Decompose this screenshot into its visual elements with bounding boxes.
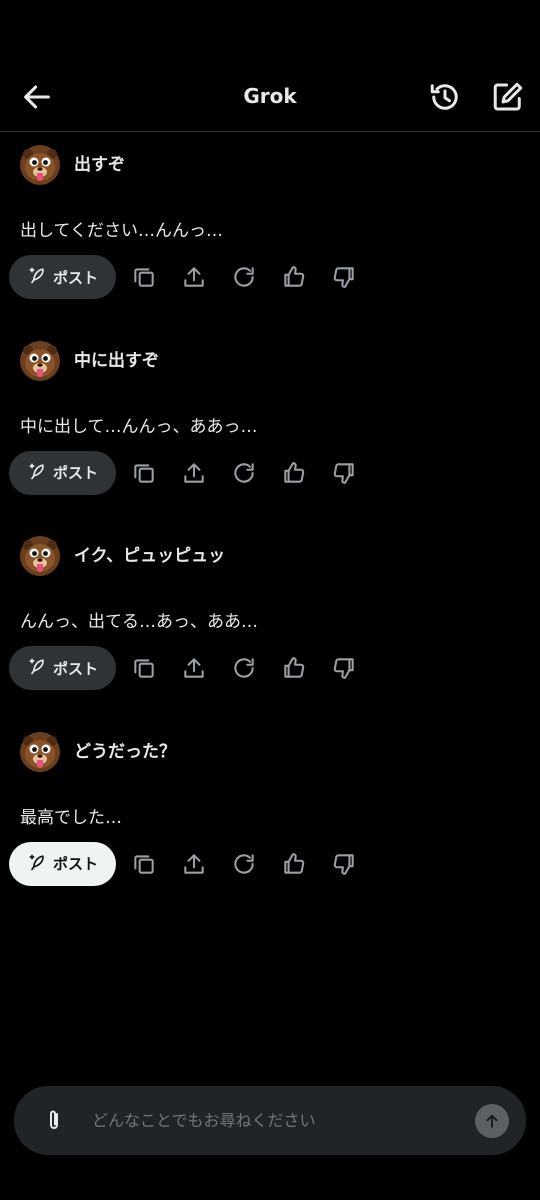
thumbs-up-button[interactable]: [281, 460, 307, 486]
beaver-avatar-icon: [20, 340, 60, 381]
thumbs-down-icon: [333, 267, 354, 288]
message-exchange: 中に出すぞ 中に出して…んんっ、ああっ… ポスト: [0, 328, 540, 524]
history-button[interactable]: [427, 79, 463, 115]
message-exchange: どうだった？ 最高でした… ポスト: [0, 719, 540, 915]
avatar[interactable]: [20, 731, 60, 772]
share-icon: [184, 853, 204, 874]
share-icon: [184, 267, 204, 287]
beaver-avatar-icon: [20, 145, 60, 185]
thumbs-up-icon: [284, 657, 305, 678]
thumbs-up-button[interactable]: [281, 851, 307, 877]
copy-button[interactable]: [131, 460, 157, 486]
composer: [14, 1086, 526, 1155]
copy-icon: [134, 854, 154, 874]
share-button[interactable]: [181, 655, 207, 681]
regenerate-button[interactable]: [231, 460, 257, 486]
grok-reply: んんっ、出てる…あっ、ああ…: [20, 612, 258, 632]
beaver-avatar-icon: [20, 731, 60, 772]
post-button-label: ポスト: [52, 268, 98, 287]
regenerate-icon: [234, 267, 254, 287]
post-button-label: ポスト: [52, 659, 98, 678]
regenerate-button[interactable]: [231, 851, 257, 877]
user-message: どうだった？: [74, 741, 176, 762]
copy-button[interactable]: [131, 655, 157, 681]
history-icon: [430, 84, 458, 110]
regenerate-button[interactable]: [231, 655, 257, 681]
post-button[interactable]: ポスト: [9, 646, 116, 690]
copy-icon: [134, 659, 154, 678]
grok-reply: 出してください…んんっ…: [20, 221, 223, 241]
user-message: 中に出すぞ: [74, 350, 159, 371]
post-button[interactable]: ポスト: [9, 255, 116, 299]
copy-icon: [134, 268, 154, 287]
arrow-up-icon: [486, 1114, 498, 1128]
paperclip-icon: [50, 1110, 58, 1129]
sparkle-feather-icon: [27, 265, 47, 289]
copy-button[interactable]: [131, 264, 157, 290]
thumbs-up-button[interactable]: [281, 655, 307, 681]
regenerate-icon: [234, 462, 254, 483]
new-chat-button[interactable]: [490, 79, 526, 115]
reply-actions: ポスト: [9, 646, 409, 690]
post-button[interactable]: ポスト: [9, 841, 116, 886]
avatar[interactable]: [20, 145, 60, 185]
send-button[interactable]: [475, 1104, 509, 1138]
post-button[interactable]: ポスト: [9, 450, 116, 495]
grok-reply: 中に出して…んんっ、ああっ…: [20, 416, 258, 437]
thumbs-down-button[interactable]: [331, 264, 357, 290]
grok-reply: 最高でした…: [20, 807, 122, 828]
regenerate-icon: [234, 658, 254, 678]
share-button[interactable]: [181, 460, 207, 486]
message-exchange: イク、ピュッピュッ んんっ、出てる…あっ、ああ… ポスト: [0, 523, 540, 719]
reply-actions: ポスト: [9, 841, 409, 886]
beaver-avatar-icon: [20, 536, 60, 576]
sparkle-feather-icon: [27, 461, 47, 485]
avatar[interactable]: [20, 340, 60, 381]
share-icon: [184, 462, 204, 483]
regenerate-button[interactable]: [231, 264, 257, 290]
sparkle-feather-icon: [27, 656, 47, 680]
thumbs-down-button[interactable]: [331, 460, 357, 486]
attach-button[interactable]: [42, 1107, 66, 1135]
share-icon: [184, 658, 204, 678]
post-button-label: ポスト: [52, 464, 98, 482]
reply-actions: ポスト: [9, 255, 409, 299]
sparkle-feather-icon: [27, 852, 47, 876]
conversation: 出すぞ 出してください…んんっ… ポスト 中に出すぞ 中に出して…んんっ、ああっ…: [0, 132, 540, 914]
regenerate-icon: [234, 853, 254, 874]
user-message: 出すぞ: [74, 155, 125, 175]
copy-button[interactable]: [131, 851, 157, 877]
thumbs-down-icon: [333, 853, 354, 875]
top-bar: Grok: [0, 62, 540, 132]
thumbs-down-button[interactable]: [331, 851, 357, 877]
share-button[interactable]: [181, 851, 207, 877]
copy-icon: [134, 463, 154, 483]
compose-icon: [493, 82, 523, 111]
thumbs-down-icon: [333, 658, 354, 679]
thumbs-up-icon: [284, 461, 305, 483]
thumbs-up-icon: [284, 266, 305, 287]
thumbs-up-button[interactable]: [281, 264, 307, 290]
thumbs-up-icon: [284, 852, 305, 874]
thumbs-down-button[interactable]: [331, 655, 357, 681]
thumbs-down-icon: [333, 462, 354, 484]
message-exchange: 出すぞ 出してください…んんっ… ポスト: [0, 132, 540, 328]
reply-actions: ポスト: [9, 450, 409, 495]
post-button-label: ポスト: [52, 855, 98, 873]
share-button[interactable]: [181, 264, 207, 290]
avatar[interactable]: [20, 536, 60, 576]
user-message: イク、ピュッピュッ: [74, 546, 226, 566]
message-input[interactable]: [90, 1100, 460, 1140]
